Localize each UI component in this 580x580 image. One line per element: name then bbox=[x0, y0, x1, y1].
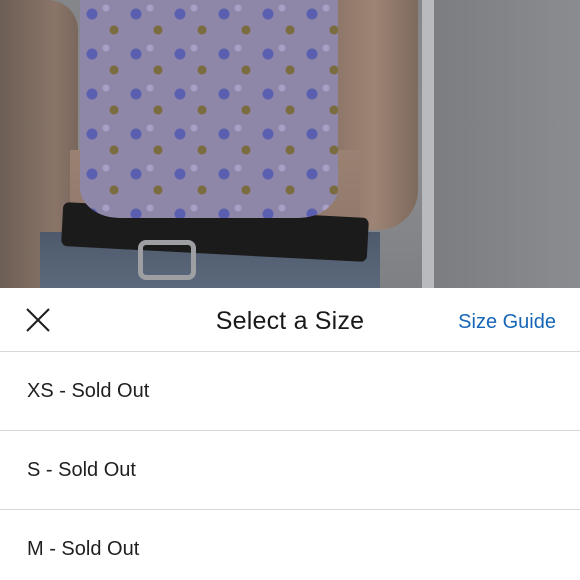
product-image bbox=[0, 0, 422, 288]
size-guide-link[interactable]: Size Guide bbox=[458, 311, 556, 334]
size-option-label: XS - Sold Out bbox=[27, 379, 150, 402]
screen: Select a Size Size Guide XS - Sold Out S… bbox=[0, 0, 580, 580]
product-photo-backdrop[interactable] bbox=[0, 0, 580, 288]
image-gap bbox=[422, 0, 434, 288]
sheet-header: Select a Size Size Guide bbox=[0, 288, 580, 352]
size-option-label: S - Sold Out bbox=[27, 458, 136, 481]
floral-top-garment bbox=[80, 0, 338, 218]
size-option-m[interactable]: M - Sold Out bbox=[0, 510, 580, 580]
size-option-s[interactable]: S - Sold Out bbox=[0, 431, 580, 510]
size-option-label: M - Sold Out bbox=[27, 537, 140, 560]
next-product-image bbox=[434, 0, 580, 288]
size-selection-sheet: Select a Size Size Guide XS - Sold Out S… bbox=[0, 288, 580, 580]
size-list: XS - Sold Out S - Sold Out M - Sold Out bbox=[0, 352, 580, 580]
size-option-xs[interactable]: XS - Sold Out bbox=[0, 352, 580, 431]
belt-buckle bbox=[138, 240, 196, 280]
